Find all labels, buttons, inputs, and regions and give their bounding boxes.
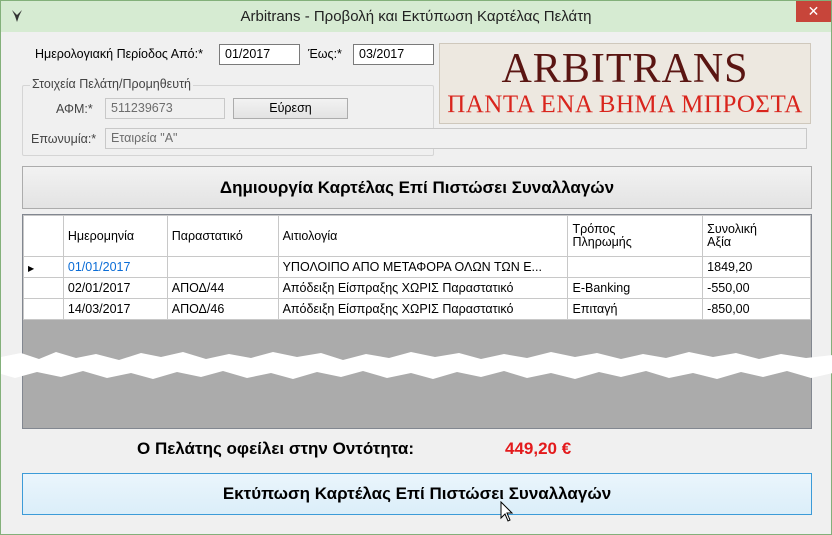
cell-payment[interactable]: [567, 256, 704, 278]
grid-header-row: Ημερομηνία Παραστατικό Αιτιολογία Τρόπος…: [23, 215, 811, 257]
period-to-label: Έως:*: [308, 47, 342, 61]
afm-label: ΑΦΜ:*: [56, 102, 93, 116]
title-bar[interactable]: Arbitrans - Προβολή και Εκτύπωση Καρτέλα…: [1, 1, 831, 32]
row-header-current[interactable]: ▶: [23, 256, 64, 278]
row-header[interactable]: [23, 277, 64, 299]
row-header[interactable]: [23, 298, 64, 320]
cell-payment[interactable]: Επιταγή: [567, 298, 704, 320]
window-title: Arbitrans - Προβολή και Εκτύπωση Καρτέλα…: [240, 8, 592, 25]
current-row-arrow-icon: ▶: [28, 264, 35, 273]
torn-edge-divider: [1, 352, 832, 379]
column-header-total-line2: Αξία: [707, 235, 732, 249]
cell-reason[interactable]: ΥΠΟΛΟΙΠΟ ΑΠΟ ΜΕΤΑΦΟΡΑ ΟΛΩΝ ΤΩΝ Ε...: [277, 256, 569, 278]
company-name-input[interactable]: Εταιρεία "Α": [105, 128, 807, 149]
column-header-payment[interactable]: Τρόπος Πληρωμής: [567, 215, 704, 257]
create-statement-button[interactable]: Δημιουργία Καρτέλας Επί Πιστώσει Συναλλα…: [22, 166, 812, 209]
cell-reason[interactable]: Απόδειξη Είσπραξης ΧΩΡΙΣ Παραστατικό: [277, 277, 569, 299]
period-from-input[interactable]: 01/2017: [219, 44, 300, 65]
column-header-date[interactable]: Ημερομηνία: [62, 215, 168, 257]
cell-date[interactable]: 14/03/2017: [62, 298, 168, 320]
table-row[interactable]: 14/03/2017 ΑΠΟΔ/46 Απόδειξη Είσπραξης ΧΩ…: [23, 298, 811, 320]
table-row[interactable]: ▶ 01/01/2017 ΥΠΟΛΟΙΠΟ ΑΠΟ ΜΕΤΑΦΟΡΑ ΟΛΩΝ …: [23, 256, 811, 278]
cell-date[interactable]: 02/01/2017: [62, 277, 168, 299]
customer-group-title: Στοιχεία Πελάτη/Προμηθευτή: [30, 77, 193, 91]
mouse-cursor-icon: [500, 501, 514, 522]
grid-corner-header: [23, 215, 64, 257]
cell-document[interactable]: ΑΠΟΔ/46: [166, 298, 279, 320]
print-statement-button[interactable]: Εκτύπωση Καρτέλας Επί Πιστώσει Συναλλαγώ…: [22, 473, 812, 515]
cell-document[interactable]: ΑΠΟΔ/44: [166, 277, 279, 299]
afm-input[interactable]: 511239673: [105, 98, 225, 119]
cell-total[interactable]: -550,00: [702, 277, 811, 299]
logo-main-text: ARBITRANS: [501, 46, 749, 92]
cell-payment[interactable]: E-Banking: [567, 277, 704, 299]
column-header-reason[interactable]: Αιτιολογία: [277, 215, 569, 257]
column-header-payment-line2: Πληρωμής: [572, 235, 632, 249]
cell-reason[interactable]: Απόδειξη Είσπραξης ΧΩΡΙΣ Παραστατικό: [277, 298, 569, 320]
arbitrans-logo: ARBITRANS ΠΑΝΤΑ ΕΝΑ ΒΗΜΑ ΜΠΡΟΣΤΑ: [439, 43, 811, 124]
main-window: Arbitrans - Προβολή και Εκτύπωση Καρτέλα…: [0, 0, 832, 535]
period-to-input[interactable]: 03/2017: [353, 44, 434, 65]
logo-slogan: ΠΑΝΤΑ ΕΝΑ ΒΗΜΑ ΜΠΡΟΣΤΑ: [447, 91, 803, 118]
close-icon: ✕: [807, 3, 820, 19]
balance-amount: 449,20 €: [505, 439, 572, 458]
column-header-document[interactable]: Παραστατικό: [166, 215, 279, 257]
table-row[interactable]: 02/01/2017 ΑΠΟΔ/44 Απόδειξη Είσπραξης ΧΩ…: [23, 277, 811, 299]
company-name-label: Επωνυμία:*: [31, 132, 97, 146]
cell-total[interactable]: -850,00: [702, 298, 811, 320]
transactions-grid[interactable]: Ημερομηνία Παραστατικό Αιτιολογία Τρόπος…: [22, 214, 812, 429]
cell-total[interactable]: 1849,20: [702, 256, 811, 278]
cell-date[interactable]: 01/01/2017: [62, 256, 168, 278]
column-header-total[interactable]: Συνολική Αξία: [702, 215, 811, 257]
period-from-label: Ημερολογιακή Περίοδος Από:*: [35, 47, 203, 61]
close-button[interactable]: ✕: [796, 1, 831, 22]
balance-label: Ο Πελάτης οφείλει στην Οντότητα:: [137, 439, 414, 458]
cell-document[interactable]: [166, 256, 279, 278]
find-button[interactable]: Εύρεση: [233, 98, 348, 119]
